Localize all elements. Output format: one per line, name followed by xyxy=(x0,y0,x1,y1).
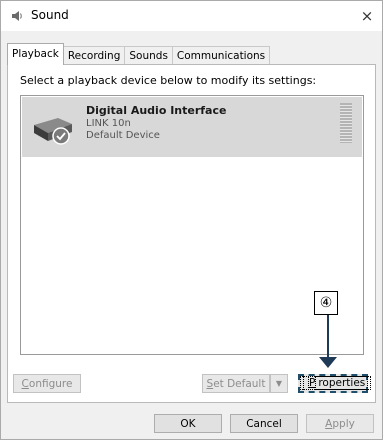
chevron-down-icon: ▼ xyxy=(275,379,283,388)
tab-sounds[interactable]: Sounds xyxy=(124,46,173,65)
title-bar[interactable]: Sound × xyxy=(1,1,382,31)
properties-button[interactable]: Properties xyxy=(298,374,372,393)
device-name: Digital Audio Interface xyxy=(86,104,227,117)
ok-button[interactable]: OK xyxy=(154,414,222,433)
speaker-device-icon xyxy=(32,109,76,149)
tab-strip: Playback Recording Sounds Communications xyxy=(7,43,271,65)
tab-recording[interactable]: Recording xyxy=(62,46,126,65)
window-title: Sound xyxy=(31,8,69,22)
set-default-button[interactable]: Set Default xyxy=(202,374,270,393)
callout-arrow xyxy=(327,315,329,363)
playback-panel: Select a playback device below to modify… xyxy=(7,64,376,403)
device-item-digital-audio-interface[interactable]: Digital Audio Interface LINK 10n Default… xyxy=(22,97,362,157)
device-status: Default Device xyxy=(86,130,160,141)
volume-level-meter xyxy=(340,103,352,143)
step-callout: ④ xyxy=(314,291,338,315)
apply-button[interactable]: Apply xyxy=(306,414,374,433)
set-default-dropdown-button[interactable]: ▼ xyxy=(270,374,288,393)
callout-arrow-head xyxy=(319,357,337,368)
sound-dialog: Sound × Playback Recording Sounds Commun… xyxy=(0,0,383,440)
cancel-button[interactable]: Cancel xyxy=(230,414,298,433)
tab-playback[interactable]: Playback xyxy=(7,43,64,65)
speaker-icon xyxy=(10,9,24,23)
tab-communications[interactable]: Communications xyxy=(171,46,271,65)
close-button[interactable]: × xyxy=(356,5,378,27)
device-list[interactable]: Digital Audio Interface LINK 10n Default… xyxy=(20,95,364,355)
device-model: LINK 10n xyxy=(86,118,131,129)
instruction-text: Select a playback device below to modify… xyxy=(20,74,317,87)
configure-button[interactable]: Configure xyxy=(13,374,81,393)
